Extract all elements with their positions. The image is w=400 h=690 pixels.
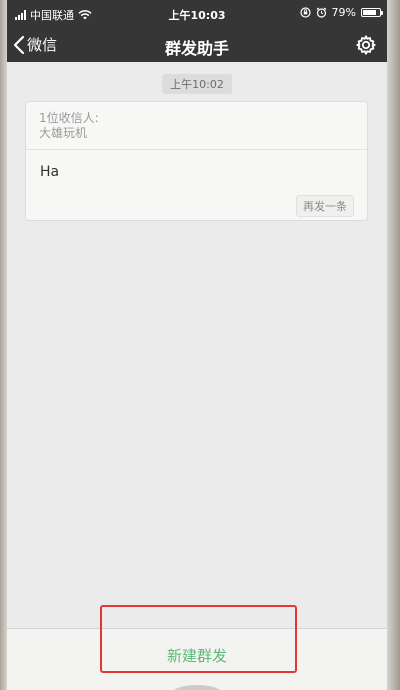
message-timestamp: 上午10:02 <box>162 74 232 94</box>
bottom-bar: 新建群发 <box>7 605 387 690</box>
message-text: Ha <box>40 164 60 180</box>
new-broadcast-button[interactable]: 新建群发 <box>7 639 387 672</box>
status-right: 79% <box>299 6 383 19</box>
resend-button[interactable]: 再发一条 <box>296 195 354 217</box>
recipients-label: 1位收信人: <box>39 111 99 125</box>
gear-icon[interactable] <box>355 34 377 56</box>
nav-bar: 微信 群发助手 <box>7 28 387 62</box>
screen: 中国联通 上午10:03 79% 微信 群发助手 上午10:02 1位收信人: … <box>7 0 387 690</box>
phone-frame: 中国联通 上午10:03 79% 微信 群发助手 上午10:02 1位收信人: … <box>0 0 400 690</box>
recipients-names: 大雄玩机 <box>39 126 88 140</box>
battery-icon <box>361 8 383 17</box>
home-button[interactable] <box>172 685 222 690</box>
alarm-icon <box>316 7 326 18</box>
status-bar: 中国联通 上午10:03 79% <box>7 0 387 28</box>
battery-percent: 79% <box>331 6 356 19</box>
phone-bezel-left <box>0 0 7 690</box>
broadcast-message-card[interactable]: 1位收信人: 大雄玩机 Ha 再发一条 <box>25 101 368 221</box>
phone-bezel-right <box>387 0 400 690</box>
recipients-section: 1位收信人: 大雄玩机 <box>26 102 367 150</box>
message-list[interactable]: 上午10:02 1位收信人: 大雄玩机 Ha 再发一条 <box>7 62 387 628</box>
battery-fill <box>363 10 376 15</box>
orientation-lock-icon <box>299 7 311 18</box>
page-title: 群发助手 <box>164 39 229 58</box>
